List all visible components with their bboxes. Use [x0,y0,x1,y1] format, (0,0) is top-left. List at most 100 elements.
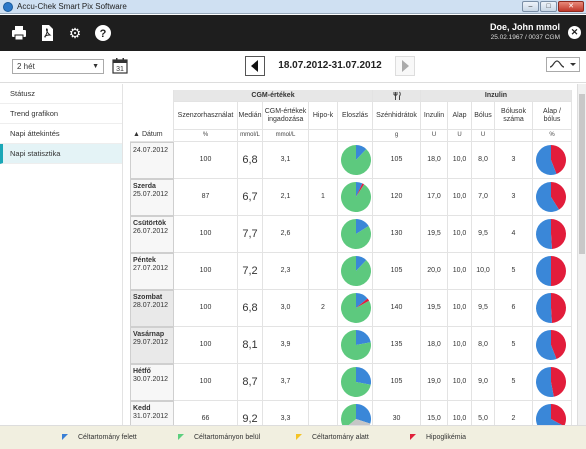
date-label: 26.07.2012 [133,228,169,235]
value-cell: 10,0 [448,327,472,364]
pie-slice [536,256,551,286]
previous-period-button[interactable] [245,56,265,76]
period-dropdown[interactable]: 2 hét ▼ [12,59,104,74]
pie-slice [341,182,371,212]
next-period-button[interactable] [395,56,415,76]
sidebar-item[interactable]: Napi statisztika [0,144,122,164]
arrow-right-icon [402,60,409,72]
calendar-icon[interactable]: 31 [112,57,128,74]
date-column-header[interactable]: ▲ Dátum [130,90,174,142]
print-icon[interactable] [10,24,28,42]
value-cell: 9,0 [472,364,495,401]
basal-bolus-pie [536,182,566,212]
column-unit: % [174,130,238,142]
pdf-icon[interactable] [38,24,56,42]
sidebar-item[interactable]: Trend grafikon [0,104,122,124]
value-cell: 10,0 [448,364,472,401]
period-value: 2 hét [17,62,35,71]
distribution-pie [341,145,371,175]
date-cell: Hétfő 30.07.2012 [130,364,174,401]
median-cell: 6,8 [238,142,263,179]
help-icon[interactable]: ? [94,24,112,42]
legend-item: Céltartomány felett [62,434,137,441]
curve-icon [549,60,565,68]
value-cell: 15,0 [421,401,448,425]
value-cell: 3,0 [263,290,309,327]
column-header: Alap / bólus [533,102,572,130]
value-cell: 18,0 [421,142,448,179]
daily-statistics-table: CGM-értékek Inzulin ▲ Dátum Szenzorhasználat… [124,84,586,425]
value-cell: 17,0 [421,179,448,216]
column-header: Alap [448,102,472,130]
value-cell: 100 [174,327,238,364]
value-cell: 9,5 [472,216,495,253]
weekday-label: Vasárnap [133,331,165,338]
sidebar-item-label: Trend grafikon [10,109,59,118]
value-cell: 5 [495,253,533,290]
scrollbar[interactable] [577,84,586,425]
column-header: Inzulin [421,102,448,130]
curve-options-button[interactable] [546,57,580,72]
median-cell: 9,2 [238,401,263,425]
value-cell: 30 [373,401,421,425]
basal-bolus-ratio-cell [533,253,572,290]
basal-bolus-pie [536,256,566,286]
close-patient-button[interactable]: ✕ [568,26,581,39]
insulin-group-header: Inzulin [421,90,572,102]
maximize-button[interactable]: □ [540,1,557,12]
date-label: 25.07.2012 [133,191,169,198]
basal-bolus-ratio-cell [533,290,572,327]
sidebar-item-label: Státusz [10,89,36,98]
weekday-label: Csütörtök [133,220,167,227]
legend-flag-icon [62,434,68,440]
distribution-cell [338,216,373,253]
date-cell: Szombat 28.07.2012 [130,290,174,327]
pie-slice [341,256,371,286]
legend-item: Hipoglikémia [410,434,466,441]
legend-item: Céltartomány alatt [296,434,369,441]
distribution-cell [338,142,373,179]
value-cell: 130 [373,216,421,253]
value-cell: 100 [174,290,238,327]
column-unit: % [533,130,572,142]
chevron-down-icon: ▼ [92,63,99,70]
legend-label: Céltartomány alatt [312,434,369,441]
basal-bolus-pie [536,330,566,360]
fork-knife-icon [393,91,401,100]
value-cell: 3 [495,179,533,216]
sidebar-item[interactable]: Napi áttekintés [0,124,122,144]
distribution-pie [341,256,371,286]
settings-icon[interactable]: ⚙ [66,24,84,42]
median-cell: 6,8 [238,290,263,327]
legend-flag-icon [410,434,416,440]
cgm-group-header: CGM-értékek [174,90,373,102]
distribution-cell [338,327,373,364]
scrollbar-thumb[interactable] [579,94,585,254]
median-cell: 8,7 [238,364,263,401]
weekday-label: Szerda [133,183,156,190]
basal-bolus-pie [536,219,566,249]
value-cell: 3,1 [263,142,309,179]
close-window-button[interactable]: ✕ [558,1,584,12]
column-header: Bólusok száma [495,102,533,130]
legend-label: Céltartományon belül [194,434,261,441]
minimize-button[interactable]: – [522,1,539,12]
column-header: Medián [238,102,263,130]
sidebar: Státusz Trend grafikon Napi áttekintés Napi… [0,84,123,425]
pie-slice [356,367,371,385]
date-cell: Szerda 25.07.2012 [130,179,174,216]
value-cell [309,401,338,425]
user-info: Doe, John mmol 25.02.1967 / 0037 CGM [490,22,560,41]
weekday-label: Kedd [133,405,151,412]
user-name: Doe, John mmol [489,22,560,32]
date-label: 28.07.2012 [133,302,169,309]
value-cell: 3 [495,142,533,179]
pie-slice [551,293,566,323]
sidebar-item[interactable]: Státusz [0,84,122,104]
legend-label: Hipoglikémia [426,434,467,441]
date-label: 24.07.2012 [133,147,169,154]
value-cell: 105 [373,364,421,401]
legend-flag-icon [296,434,302,440]
date-cell: 24.07.2012 [130,142,174,179]
value-cell: 8,0 [472,142,495,179]
